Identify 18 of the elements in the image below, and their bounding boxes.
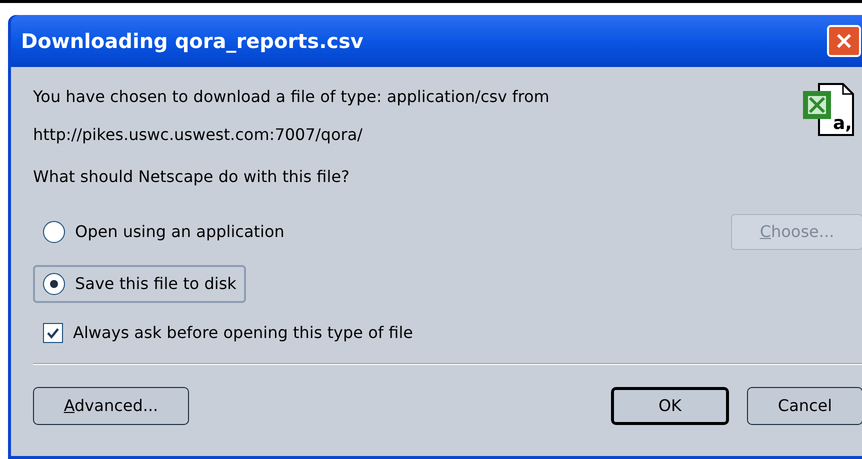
close-button[interactable] (827, 25, 861, 57)
radio-button[interactable] (43, 221, 65, 243)
radio-button[interactable] (43, 273, 65, 295)
dialog-button[interactable]: Cancel (747, 387, 862, 425)
dialog-button[interactable]: OK (611, 387, 729, 425)
radio-option[interactable]: Save this file to disk (33, 265, 246, 303)
message-text: You have chosen to download a file of type: application/csv from (33, 86, 550, 108)
message-text: http://pikes.uswc.uswest.com:7007/qora/ (33, 124, 364, 146)
spreadsheet-file-icon (803, 83, 854, 136)
window-title: Downloading qora_reports.csv (21, 28, 364, 55)
close-icon (835, 32, 853, 50)
file-icon-text: a, (833, 113, 852, 134)
question-text: What should Netscape do with this file? (33, 166, 351, 188)
check-icon (46, 326, 60, 340)
radio-option[interactable]: Open using an application (33, 213, 294, 251)
always-ask-checkbox[interactable] (43, 323, 63, 343)
advanced-button[interactable]: Advanced... (33, 387, 189, 425)
always-ask-label: Always ask before opening this type of file (73, 322, 413, 344)
